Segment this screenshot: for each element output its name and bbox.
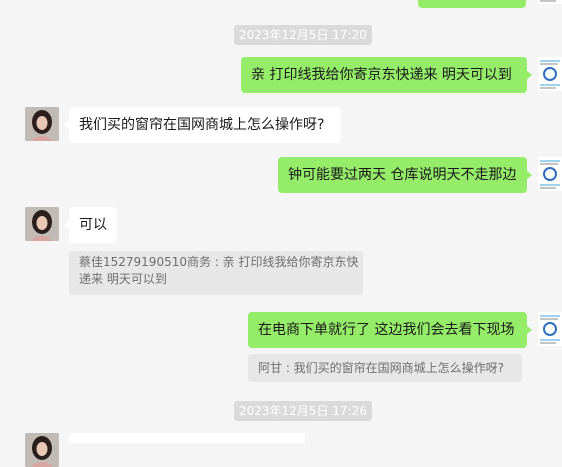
avatar-self[interactable] bbox=[538, 312, 562, 346]
avatar-logo-icon bbox=[538, 312, 562, 346]
message-bubble-outgoing[interactable]: 钟可能要过两天 仓库说明天不走那边 bbox=[278, 157, 532, 193]
avatar-photo-icon bbox=[25, 107, 59, 141]
message-bubble-incoming-partial[interactable] bbox=[69, 433, 305, 443]
quoted-message[interactable]: 阿甘 : 我们买的窗帘在国网商城上怎么操作呀? bbox=[248, 354, 522, 382]
timestamp: 2023年12月5日 17:26 bbox=[234, 401, 372, 421]
avatar-photo-icon bbox=[25, 433, 59, 467]
message-bubble-outgoing[interactable]: 亲 打印线我给你寄京东快递来 明天可以到 bbox=[241, 57, 532, 93]
avatar-self[interactable] bbox=[538, 157, 562, 191]
avatar-logo-icon bbox=[538, 57, 562, 91]
avatar-logo-icon bbox=[538, 0, 562, 4]
message-bubble-outgoing[interactable]: 在电商下单就行了 这边我们会去看下现场 bbox=[248, 312, 532, 348]
avatar-contact[interactable] bbox=[25, 207, 59, 241]
avatar-contact[interactable] bbox=[25, 433, 59, 467]
message-bubble-incoming[interactable]: 可以 bbox=[64, 207, 117, 243]
avatar-photo-icon bbox=[25, 207, 59, 241]
avatar-self[interactable] bbox=[538, 0, 562, 4]
timestamp: 2023年12月5日 17:20 bbox=[234, 25, 372, 45]
avatar-self[interactable] bbox=[538, 57, 562, 91]
quoted-message-line: 递来 明天可以到 bbox=[79, 272, 167, 286]
message-bubble-incoming[interactable]: 我们买的窗帘在国网商城上怎么操作呀? bbox=[64, 107, 341, 143]
message-bubble-outgoing-partial[interactable] bbox=[418, 0, 526, 8]
avatar-contact[interactable] bbox=[25, 107, 59, 141]
quoted-message[interactable]: 蔡佳15279190510商务 : 亲 打印线我给你寄京东快 递来 明天可以到 bbox=[69, 251, 363, 295]
avatar-logo-icon bbox=[538, 157, 562, 191]
quoted-message-line: 蔡佳15279190510商务 : 亲 打印线我给你寄京东快 bbox=[79, 255, 359, 269]
